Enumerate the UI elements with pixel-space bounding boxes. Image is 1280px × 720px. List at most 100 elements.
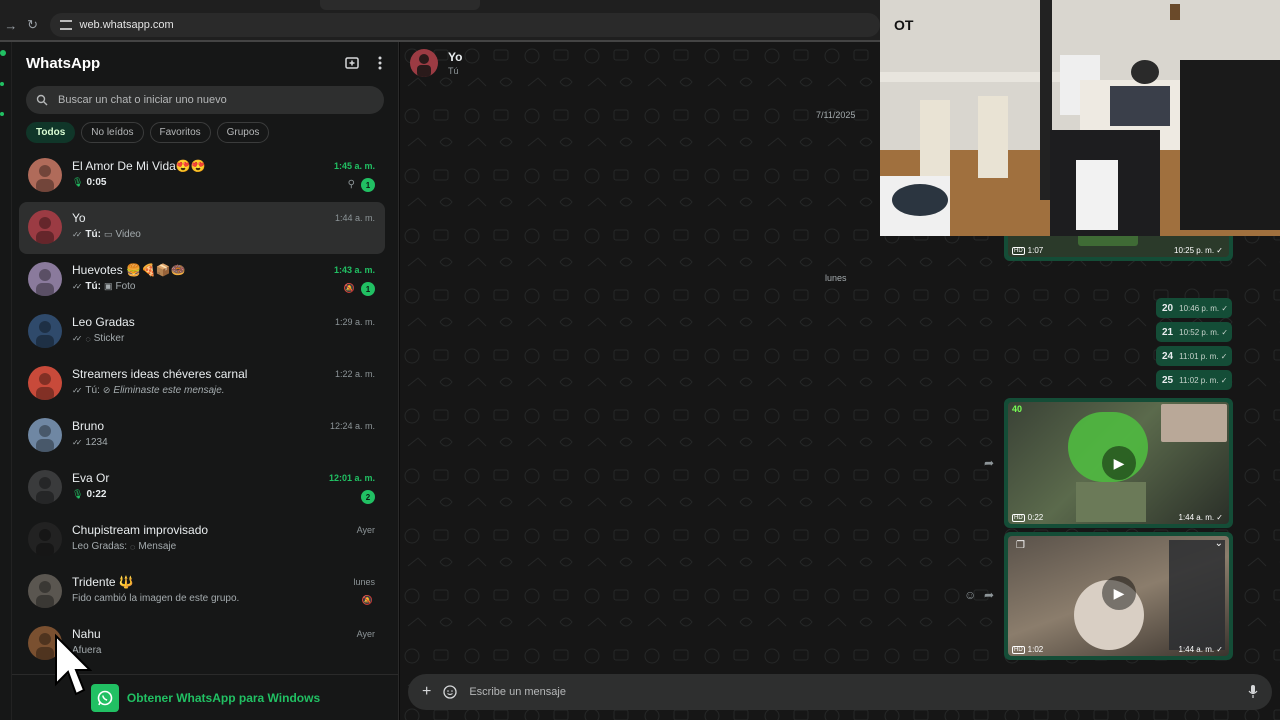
chat-list: El Amor De Mi Vida😍😍 1:45 a. m. 🎙 0:05 1 ⚲ Yo 1… bbox=[12, 150, 392, 670]
reload-icon[interactable]: ↻ bbox=[22, 17, 44, 33]
message-time: 1:44 a. m. ✓ bbox=[1178, 645, 1224, 654]
rail-status-dot[interactable] bbox=[0, 50, 6, 56]
read-receipt-icon: ✓✓ bbox=[72, 282, 83, 291]
unread-badge: 2 bbox=[361, 490, 375, 504]
chat-avatar[interactable] bbox=[28, 262, 62, 296]
chat-list-item[interactable]: Huevotes 🍔🍕📦🍩 1:43 a. m. ✓✓ Tú: ▣ Foto 1 🔕 bbox=[19, 254, 385, 306]
chat-preview-text: Sticker bbox=[93, 333, 125, 344]
chat-preview: ✓✓ Tú: ▣ Foto bbox=[72, 281, 135, 292]
microphone-icon[interactable] bbox=[1248, 685, 1258, 699]
sticker-icon[interactable] bbox=[443, 685, 457, 699]
chat-preview-text: 1234 bbox=[85, 437, 108, 448]
message-input[interactable]: Escribe un mensaje bbox=[469, 686, 1236, 698]
site-settings-icon[interactable] bbox=[59, 20, 72, 30]
text-message[interactable]: 25 11:02 p. m. ✓ bbox=[1156, 370, 1232, 390]
filter-chip[interactable]: Favoritos bbox=[149, 122, 211, 143]
chat-name: El Amor De Mi Vida😍😍 bbox=[72, 159, 206, 173]
message-text: 20 bbox=[1162, 302, 1174, 314]
read-receipt-icon: ✓✓ bbox=[72, 230, 83, 239]
chat-list-item[interactable]: El Amor De Mi Vida😍😍 1:45 a. m. 🎙 0:05 1 ⚲ bbox=[19, 150, 385, 202]
chat-preview: ✓✓ ◌ Sticker bbox=[72, 333, 124, 344]
chat-preview-sender: Leo Gradas: bbox=[72, 541, 128, 552]
chat-name: Bruno bbox=[72, 419, 105, 433]
video-message[interactable]: ❐ ⌄ ▶ HD 1:02 1:44 a. m. ✓ bbox=[1004, 532, 1233, 660]
hd-icon: HD bbox=[1012, 246, 1025, 255]
message-menu-chevron-icon[interactable]: ⌄ bbox=[1215, 538, 1223, 549]
forward-icon[interactable]: ➦ bbox=[984, 456, 994, 470]
emoji-reaction-icon[interactable]: ☺ bbox=[964, 588, 976, 602]
chat-preview-text: Foto bbox=[115, 281, 136, 292]
search-icon bbox=[36, 94, 48, 106]
new-chat-icon[interactable] bbox=[344, 55, 360, 71]
chat-preview-text: 0:05 bbox=[86, 177, 107, 188]
chat-preview-text: Mensaje bbox=[138, 541, 177, 552]
chat-avatar[interactable] bbox=[28, 158, 62, 192]
video-duration: HD 0:22 bbox=[1012, 513, 1043, 522]
chat-list-item[interactable]: Streamers ideas chéveres carnal 1:22 a. m… bbox=[19, 358, 385, 410]
chat-preview: 🎙 0:22 bbox=[72, 489, 106, 500]
text-message[interactable]: 20 10:46 p. m. ✓ bbox=[1156, 298, 1232, 318]
text-message[interactable]: 24 11:01 p. m. ✓ bbox=[1156, 346, 1232, 366]
mouse-cursor-icon bbox=[55, 633, 92, 696]
address-bar[interactable]: web.whatsapp.com bbox=[49, 13, 880, 37]
chat-preview: ✓✓ 1234 bbox=[72, 437, 108, 448]
search-input[interactable]: Buscar un chat o iniciar uno nuevo bbox=[26, 86, 384, 114]
contact-name: Yo bbox=[448, 50, 463, 64]
chat-avatar[interactable] bbox=[28, 418, 62, 452]
forward-icon[interactable]: → bbox=[0, 18, 22, 33]
message-time: 10:46 p. m. ✓ bbox=[1179, 303, 1229, 313]
chat-list-item[interactable]: Tridente 🔱 lunes Fido cambió la imagen de … bbox=[19, 566, 385, 618]
chat-list-item[interactable]: Yo 1:44 a. m. ✓✓ Tú: ▭ Video bbox=[19, 202, 385, 254]
chat-avatar[interactable] bbox=[28, 470, 62, 504]
filter-chip[interactable]: Grupos bbox=[216, 122, 270, 143]
sidebar-header: WhatsApp bbox=[12, 42, 398, 84]
chat-time: Ayer bbox=[356, 525, 375, 535]
hd-icon: HD bbox=[1012, 645, 1025, 654]
forward-icon[interactable]: ➦ bbox=[984, 588, 994, 602]
chat-list-item[interactable]: Bruno 12:24 a. m. ✓✓ 1234 bbox=[19, 410, 385, 462]
play-icon[interactable]: ▶ bbox=[1102, 446, 1136, 480]
message-time: 11:01 p. m. ✓ bbox=[1179, 351, 1228, 361]
chat-avatar[interactable] bbox=[28, 574, 62, 608]
sticker-icon: ◌ bbox=[85, 333, 91, 344]
contact-avatar[interactable] bbox=[410, 49, 438, 77]
filter-chip[interactable]: No leídos bbox=[81, 122, 144, 143]
browser-tab[interactable] bbox=[320, 0, 480, 10]
message-time: 1:44 a. m. ✓ bbox=[1178, 513, 1224, 522]
filter-chip[interactable]: Todos bbox=[26, 122, 76, 143]
microphone-icon: 🎙 bbox=[72, 489, 84, 499]
hd-icon: HD bbox=[1012, 513, 1025, 522]
download-windows-link[interactable]: Obtener WhatsApp para Windows bbox=[127, 691, 320, 705]
play-icon[interactable]: ▶ bbox=[1102, 576, 1136, 610]
chat-time: 1:44 a. m. bbox=[334, 213, 375, 223]
video-message[interactable]: 40 ▶ HD 0:22 1:44 a. m. ✓ bbox=[1004, 398, 1233, 528]
chat-list-item[interactable]: Eva Or 12:01 a. m. 🎙 0:22 2 bbox=[19, 462, 385, 514]
video-duration: HD 1:02 bbox=[1012, 645, 1043, 654]
rail-status-dot[interactable] bbox=[0, 82, 4, 86]
text-message[interactable]: 21 10:52 p. m. ✓ bbox=[1156, 322, 1232, 342]
chat-name: Tridente 🔱 bbox=[72, 575, 134, 589]
chat-list-item[interactable]: Chupistream improvisado Ayer Leo Gradas: ◌ M… bbox=[19, 514, 385, 566]
chat-preview-sender: Tú: bbox=[85, 385, 100, 396]
pending-icon: ◌ bbox=[130, 541, 136, 552]
chat-avatar[interactable] bbox=[28, 314, 62, 348]
chat-avatar[interactable] bbox=[28, 210, 62, 244]
rail-status-dot[interactable] bbox=[0, 112, 4, 116]
chat-name: Leo Gradas bbox=[72, 315, 135, 329]
chat-list-item[interactable]: Leo Gradas 1:29 a. m. ✓✓ ◌ Sticker bbox=[19, 306, 385, 358]
conversation-header[interactable]: Yo Tú bbox=[400, 42, 880, 84]
webcam-overlay: OT bbox=[880, 0, 1280, 236]
microphone-icon: 🎙 bbox=[72, 177, 84, 187]
chat-avatar[interactable] bbox=[28, 366, 62, 400]
read-receipt-icon: ✓✓ bbox=[72, 334, 83, 343]
attach-plus-icon[interactable]: + bbox=[422, 683, 431, 701]
chat-time: 1:29 a. m. bbox=[334, 317, 375, 327]
menu-icon[interactable] bbox=[378, 56, 382, 70]
pin-icon: ⚲ bbox=[347, 179, 355, 190]
view-once-icon: ❐ bbox=[1016, 540, 1025, 551]
whatsapp-logo-icon bbox=[90, 683, 119, 712]
unread-badge: 1 bbox=[361, 282, 375, 296]
chat-avatar[interactable] bbox=[28, 522, 62, 556]
unread-badge: 1 bbox=[361, 178, 375, 192]
chat-preview-text: Eliminaste este mensaje. bbox=[113, 385, 225, 396]
